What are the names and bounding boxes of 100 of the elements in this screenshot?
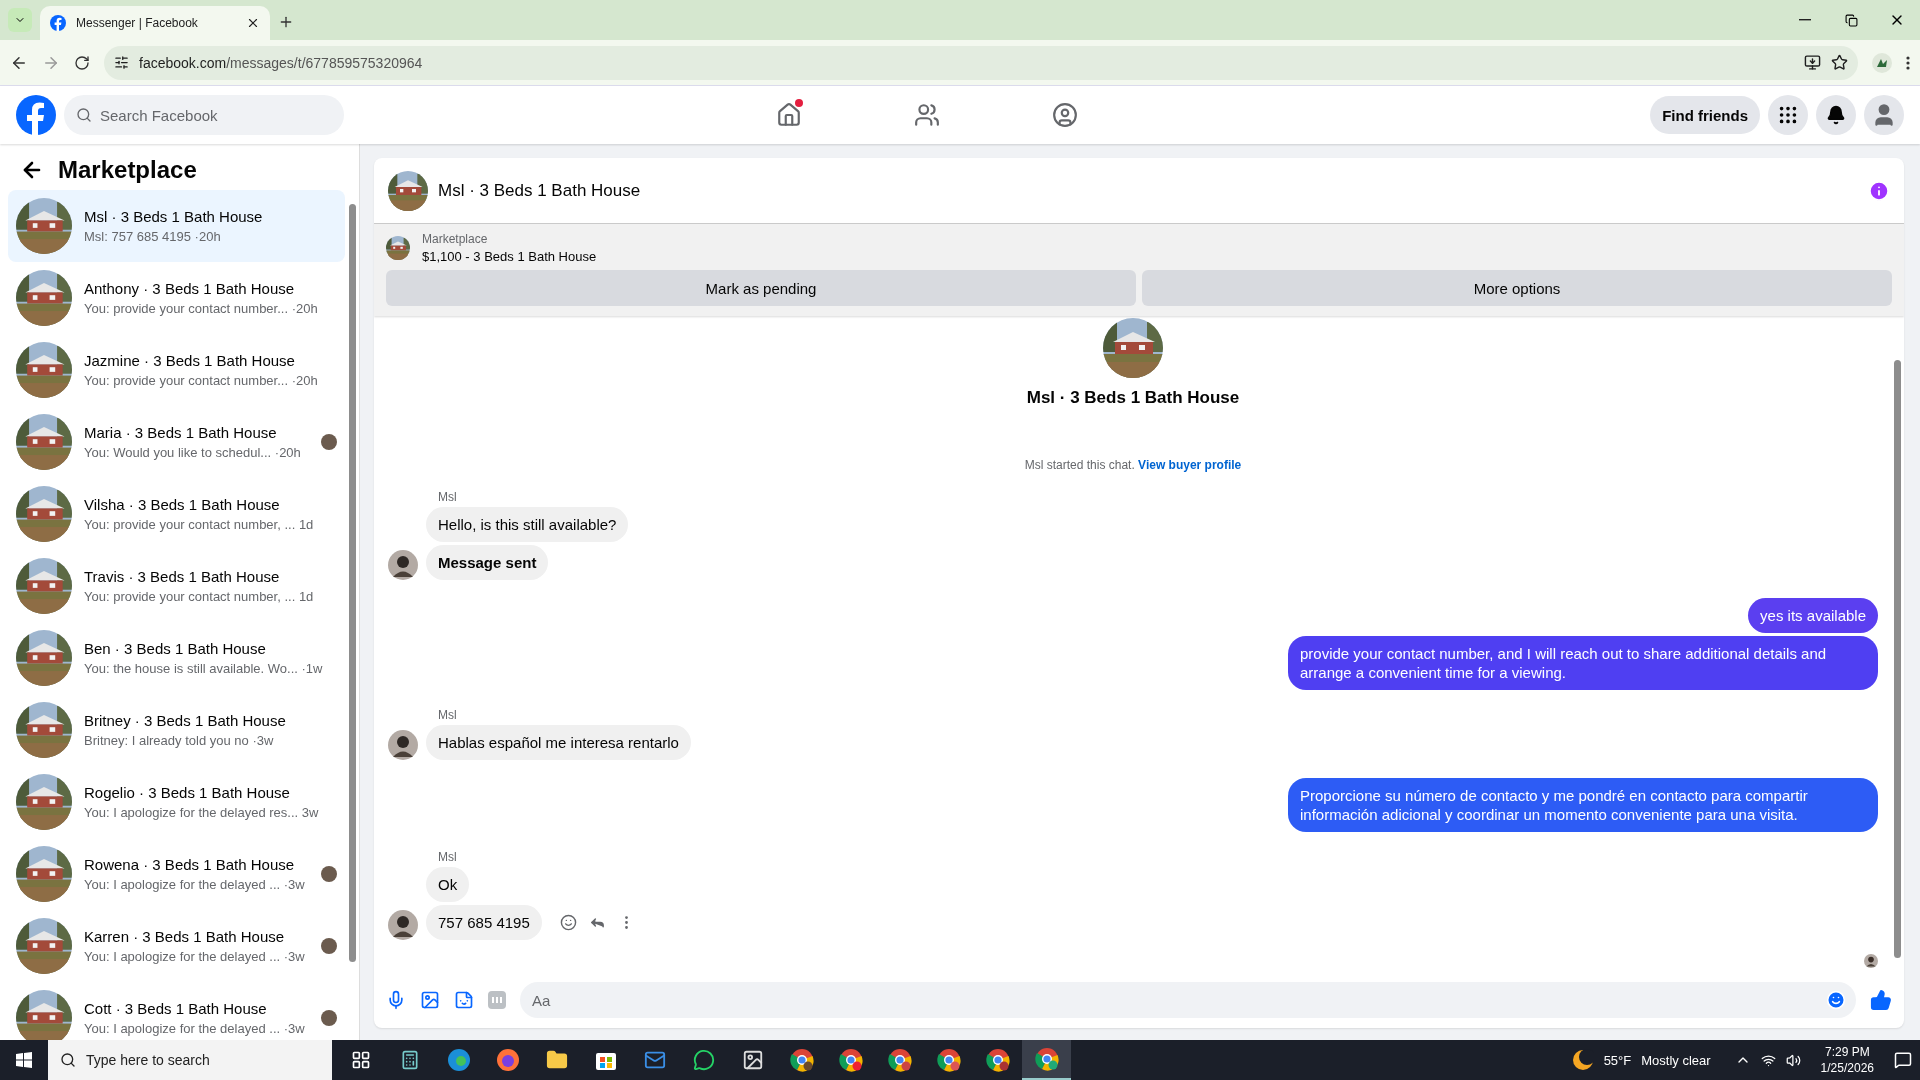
url-text: facebook.com/messages/t/677859575320964: [139, 54, 423, 71]
menu-button[interactable]: [1768, 95, 1808, 135]
edge-icon: [446, 1048, 471, 1072]
facebook-logo-icon[interactable]: [16, 95, 56, 135]
conversation-name: Karren · 3 Beds 1 Bath House: [84, 928, 286, 945]
firefox-icon: [495, 1048, 520, 1072]
sticker-button[interactable]: [454, 990, 474, 1010]
volume-icon[interactable]: [1785, 1052, 1801, 1068]
conversation-name: Vilsha · 3 Beds 1 Bath House: [84, 496, 281, 513]
conversation-preview: You: the house is still available. Wo... ·1w: [84, 661, 324, 676]
chat-title: Msl · 3 Beds 1 Bath House: [438, 180, 642, 201]
account-button[interactable]: [1864, 95, 1904, 135]
conversation-item[interactable]: Anthony · 3 Beds 1 Bath House You: provide your contact number... ·20h: [8, 262, 345, 334]
conversation-item[interactable]: Rowena · 3 Beds 1 Bath House You: I apologize for the delayed ... ·3w: [8, 838, 345, 910]
message-input[interactable]: Aa: [520, 982, 1856, 1018]
received-message: Hablas español me interesa rentarlo: [426, 725, 691, 760]
taskbar-search-field[interactable]: Type here to search: [48, 1040, 332, 1080]
intro-name: Msl · 3 Beds 1 Bath House: [1026, 388, 1240, 408]
notifications-button[interactable]: [1816, 95, 1856, 135]
mail-icon: [643, 1049, 666, 1071]
conversation-name: Msl · 3 Beds 1 Bath House: [84, 208, 264, 225]
close-icon[interactable]: [246, 16, 260, 30]
network-icon[interactable]: [1760, 1052, 1776, 1068]
info-icon[interactable]: [1868, 179, 1890, 202]
browser-icon: [985, 1048, 1010, 1072]
bookmark-star-icon[interactable]: [1831, 54, 1848, 71]
conversation-name: Cott · 3 Beds 1 Bath House: [84, 1000, 268, 1017]
microphone-icon: [386, 990, 406, 1010]
conversation-item[interactable]: Msl · 3 Beds 1 Bath House Msl: 757 685 4195 ·20h: [8, 190, 345, 262]
minimize-icon: [1799, 19, 1811, 21]
chat-start-notice: Msl started this chat. View buyer profile: [1024, 458, 1242, 472]
conversation-item[interactable]: Britney · 3 Beds 1 Bath House Britney: I already told you no ·3w: [8, 694, 345, 766]
sent-message: Proporcione su número de contacto y me pondré en contacto para compartir información adicional y coordinar un momento conveniente para una visita.: [1288, 778, 1878, 832]
browser-icon: [936, 1048, 961, 1072]
conversation-preview: You: provide your contact number... ·20h: [84, 301, 319, 316]
listing-action-button[interactable]: Mark as pending: [386, 270, 1136, 306]
profile-icon[interactable]: [1872, 52, 1892, 73]
listing-label: Marketplace: [422, 232, 489, 246]
tab-list-button[interactable]: [8, 8, 32, 32]
conversation-preview: Britney: I already told you no ·3w: [84, 733, 275, 748]
photo-button[interactable]: [420, 990, 440, 1010]
search-field[interactable]: Search Facebook: [64, 95, 344, 135]
reload-icon: [74, 54, 90, 71]
avatar-icon: [388, 550, 418, 580]
conversation-name: Rogelio · 3 Beds 1 Bath House: [84, 784, 291, 801]
conversation-preview: You: provide your contact number, ... 1d: [84, 589, 315, 604]
restore-icon: [1844, 13, 1858, 27]
conversation-item[interactable]: Rogelio · 3 Beds 1 Bath House You: I apologize for the delayed res... 3w: [8, 766, 345, 838]
conversation-item[interactable]: Jazmine · 3 Beds 1 Bath House You: provide your contact number... ·20h: [8, 334, 345, 406]
temperature: 55°F: [1603, 1052, 1632, 1068]
browser-tab[interactable]: Messenger | Facebook: [40, 6, 270, 40]
conversation-item[interactable]: Ben · 3 Beds 1 Bath House You: the house is still available. Wo... ·1w: [8, 622, 345, 694]
browser-menu-button[interactable]: [1906, 55, 1910, 70]
listing-action-button[interactable]: More options: [1142, 270, 1892, 306]
user-circle-icon: [1052, 102, 1078, 128]
received-message: 757 685 4195: [426, 905, 542, 940]
install-icon[interactable]: [1804, 54, 1821, 71]
notifications-icon[interactable]: [1894, 1051, 1912, 1069]
site-info-icon[interactable]: [114, 55, 129, 70]
sent-message: provide your contact number, and I will reach out to share additional details and arrange a convenient time for a viewing.: [1288, 636, 1878, 690]
conversation-name: Britney · 3 Beds 1 Bath House: [84, 712, 287, 729]
search-icon: [60, 1052, 76, 1068]
sender-name: Msl: [438, 490, 457, 504]
windows-logo-icon: [16, 1052, 32, 1068]
clock-time: 7:29 PM: [1824, 1044, 1870, 1060]
folder-icon: [545, 1049, 568, 1071]
conversation-item[interactable]: Maria · 3 Beds 1 Bath House You: Would you like to schedul... ·20h: [8, 406, 345, 478]
conversation-item[interactable]: Vilsha · 3 Beds 1 Bath House You: provide your contact number, ... 1d: [8, 478, 345, 550]
taskbar-app-button[interactable]: [1022, 1040, 1071, 1080]
browser-icon: [838, 1048, 863, 1072]
received-message: Message sent: [426, 545, 549, 580]
new-tab-button[interactable]: [278, 14, 294, 30]
browser-icon: [887, 1048, 912, 1072]
reload-button[interactable]: [74, 54, 90, 71]
sticker-icon: [454, 990, 474, 1010]
thumbs-up-icon: [1870, 989, 1892, 1011]
sent-message: yes its available: [1748, 598, 1878, 633]
conversation-name: Jazmine · 3 Beds 1 Bath House: [84, 352, 296, 369]
buyer-profile-link[interactable]: View buyer profile: [1138, 458, 1242, 472]
weather-text: Mostly clear: [1641, 1052, 1711, 1068]
received-message: Hello, is this still available?: [426, 507, 629, 542]
moon-icon: [1571, 1049, 1594, 1071]
facebook-icon: [50, 15, 66, 31]
microphone-button[interactable]: [386, 990, 406, 1010]
react-icon[interactable]: [559, 914, 577, 931]
browser-icon: [1034, 1047, 1059, 1071]
task-view-icon: [350, 1050, 371, 1070]
kebab-menu-icon: [1906, 55, 1910, 70]
conversation-name: Ben · 3 Beds 1 Bath House: [84, 640, 267, 657]
house-icon: [776, 102, 802, 128]
photos-icon: [741, 1049, 764, 1071]
conversation-item[interactable]: Travis · 3 Beds 1 Bath House You: provide your contact number, ... 1d: [8, 550, 345, 622]
conversation-item[interactable]: Karren · 3 Beds 1 Bath House You: I apologize for the delayed ... ·3w: [8, 910, 345, 982]
gif-icon: [491, 996, 503, 1004]
like-button[interactable]: [1870, 989, 1892, 1011]
find-friends-button[interactable]: Find friends: [1650, 96, 1760, 134]
address-bar[interactable]: facebook.com/messages/t/677859575320964: [104, 45, 1858, 80]
avatar-icon: [388, 910, 418, 940]
conversation-preview: You: Would you like to schedul... ·20h: [84, 445, 302, 460]
sidebar-title: Marketplace: [58, 156, 197, 184]
